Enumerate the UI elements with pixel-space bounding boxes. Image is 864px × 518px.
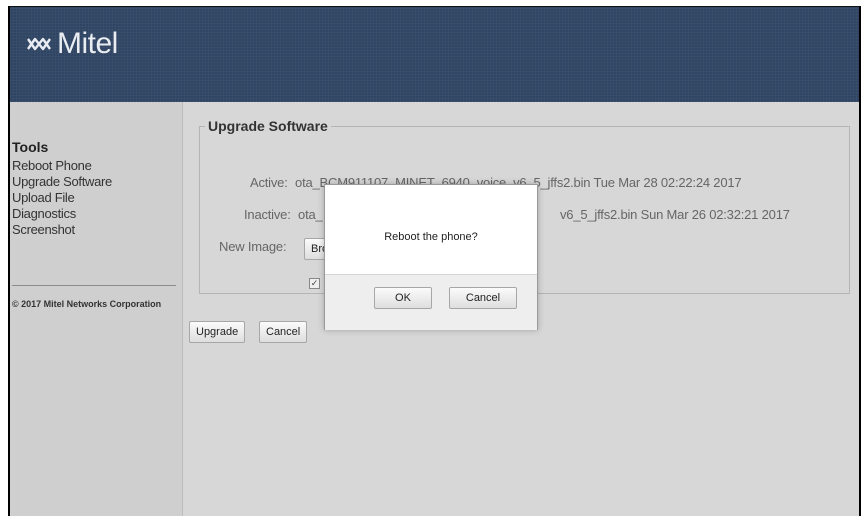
reboot-confirm-dialog: Reboot the phone? OK Cancel <box>324 184 538 330</box>
dialog-message: Reboot the phone? <box>384 231 478 243</box>
dialog-ok-button[interactable]: OK <box>374 287 432 309</box>
dialog-cancel-button[interactable]: Cancel <box>449 287 517 309</box>
